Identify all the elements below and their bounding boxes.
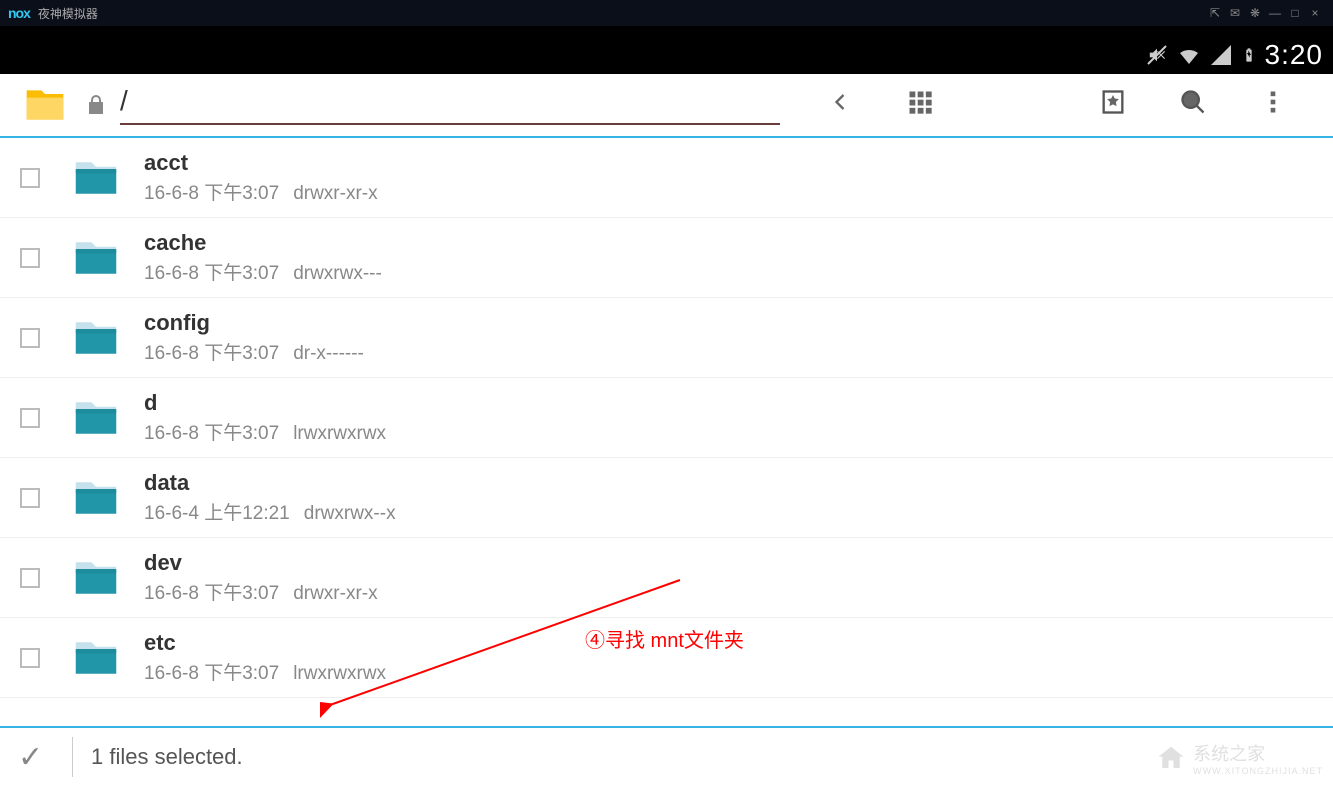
file-meta: 16-6-8 下午3:07drwxrwx--- <box>144 258 382 285</box>
mail-icon[interactable]: ✉ <box>1225 6 1245 20</box>
annotation-label: ④寻找 mnt文件夹 <box>585 624 744 653</box>
checkbox[interactable] <box>20 248 40 268</box>
file-row[interactable]: config 16-6-8 下午3:07dr-x------ <box>0 298 1333 378</box>
checkbox[interactable] <box>20 488 40 508</box>
file-name: cache <box>144 230 382 256</box>
file-row[interactable]: d 16-6-8 下午3:07lrwxrwxrwx <box>0 378 1333 458</box>
file-meta: 16-6-4 上午12:21drwxrwx--x <box>144 498 396 525</box>
checkbox[interactable] <box>20 408 40 428</box>
wifi-icon <box>1177 43 1201 67</box>
folder-icon <box>66 631 126 685</box>
selection-status: 1 files selected. <box>91 744 243 770</box>
checkbox[interactable] <box>20 328 40 348</box>
window-title: 夜神模拟器 <box>38 5 98 22</box>
folder-icon <box>66 551 126 605</box>
path-input[interactable]: / <box>120 85 780 125</box>
overflow-menu-icon[interactable] <box>1233 88 1313 123</box>
folder-icon <box>66 391 126 445</box>
checkbox[interactable] <box>20 168 40 188</box>
bookmark-icon[interactable] <box>1073 88 1153 123</box>
selection-bar: ✓ 1 files selected. <box>0 726 1333 786</box>
file-meta: 16-6-8 下午3:07lrwxrwxrwx <box>144 658 386 685</box>
file-meta: 16-6-8 下午3:07drwxr-xr-x <box>144 178 378 205</box>
settings-icon[interactable]: ❋ <box>1245 6 1265 20</box>
clock-time: 3:20 <box>1265 39 1324 71</box>
checkbox[interactable] <box>20 568 40 588</box>
home-folder-icon[interactable] <box>18 83 72 127</box>
folder-icon <box>66 231 126 285</box>
lock-icon[interactable] <box>84 93 108 117</box>
folder-icon <box>66 471 126 525</box>
window-titlebar: nox 夜神模拟器 ⇱ ✉ ❋ — □ × <box>0 0 1333 26</box>
checkbox[interactable] <box>20 648 40 668</box>
file-name: d <box>144 390 386 416</box>
file-meta: 16-6-8 下午3:07drwxr-xr-x <box>144 578 378 605</box>
app-toolbar: / <box>0 74 1333 138</box>
search-icon[interactable] <box>1153 88 1233 123</box>
folder-icon <box>66 311 126 365</box>
close-icon[interactable]: × <box>1305 6 1325 20</box>
file-meta: 16-6-8 下午3:07lrwxrwxrwx <box>144 418 386 445</box>
file-row[interactable]: acct 16-6-8 下午3:07drwxr-xr-x <box>0 138 1333 218</box>
pin-icon[interactable]: ⇱ <box>1205 6 1225 20</box>
signal-icon <box>1209 43 1233 67</box>
mute-icon <box>1145 43 1169 67</box>
file-name: data <box>144 470 396 496</box>
file-name: acct <box>144 150 378 176</box>
file-row[interactable]: dev 16-6-8 下午3:07drwxr-xr-x <box>0 538 1333 618</box>
folder-icon <box>66 151 126 205</box>
grid-view-icon[interactable] <box>880 88 960 123</box>
back-button[interactable] <box>800 88 880 123</box>
confirm-check-icon[interactable]: ✓ <box>18 740 54 775</box>
file-row[interactable]: data 16-6-4 上午12:21drwxrwx--x <box>0 458 1333 538</box>
minimize-icon[interactable]: — <box>1265 6 1285 20</box>
file-list: acct 16-6-8 下午3:07drwxr-xr-x cache 16-6-… <box>0 138 1333 698</box>
file-meta: 16-6-8 下午3:07dr-x------ <box>144 338 364 365</box>
maximize-icon[interactable]: □ <box>1285 6 1305 20</box>
battery-icon <box>1241 43 1257 67</box>
file-name: etc <box>144 630 386 656</box>
android-statusbar: 3:20 <box>0 36 1333 74</box>
file-row[interactable]: cache 16-6-8 下午3:07drwxrwx--- <box>0 218 1333 298</box>
file-name: config <box>144 310 364 336</box>
file-name: dev <box>144 550 378 576</box>
nox-logo: nox <box>8 5 30 21</box>
